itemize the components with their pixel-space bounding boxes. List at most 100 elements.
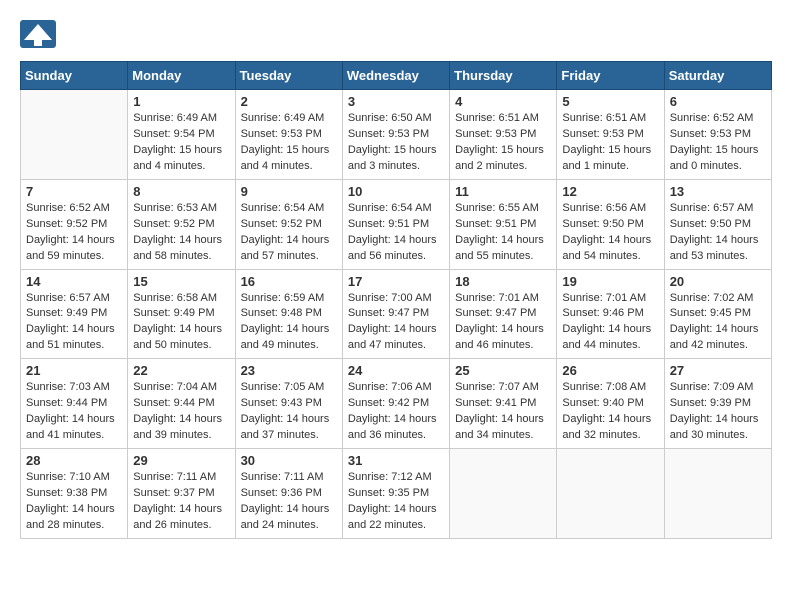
day-number: 1: [133, 94, 229, 109]
day-number: 19: [562, 274, 658, 289]
day-number: 3: [348, 94, 444, 109]
day-info: Sunrise: 6:52 AM Sunset: 9:53 PM Dayligh…: [670, 111, 766, 175]
day-number: 25: [455, 363, 551, 378]
logo-icon: [20, 20, 56, 53]
calendar-cell: 23 Sunrise: 7:05 AM Sunset: 9:43 PM Dayli…: [235, 359, 342, 449]
calendar-week-row: 21 Sunrise: 7:03 AM Sunset: 9:44 PM Dayli…: [21, 359, 772, 449]
day-number: 12: [562, 184, 658, 199]
day-number: 10: [348, 184, 444, 199]
calendar-cell: 17 Sunrise: 7:00 AM Sunset: 9:47 PM Dayli…: [342, 269, 449, 359]
day-number: 2: [241, 94, 337, 109]
weekday-header-saturday: Saturday: [664, 62, 771, 90]
day-info: Sunrise: 7:05 AM Sunset: 9:43 PM Dayligh…: [241, 380, 337, 444]
day-number: 24: [348, 363, 444, 378]
calendar-cell: 10 Sunrise: 6:54 AM Sunset: 9:51 PM Dayli…: [342, 179, 449, 269]
calendar-cell: [557, 449, 664, 539]
weekday-header-monday: Monday: [128, 62, 235, 90]
calendar-week-row: 1 Sunrise: 6:49 AM Sunset: 9:54 PM Daylig…: [21, 90, 772, 180]
day-number: 16: [241, 274, 337, 289]
day-info: Sunrise: 7:04 AM Sunset: 9:44 PM Dayligh…: [133, 380, 229, 444]
logo: [20, 20, 62, 53]
day-number: 23: [241, 363, 337, 378]
day-info: Sunrise: 7:01 AM Sunset: 9:47 PM Dayligh…: [455, 291, 551, 355]
calendar-cell: 19 Sunrise: 7:01 AM Sunset: 9:46 PM Dayli…: [557, 269, 664, 359]
calendar-cell: 7Sunrise: 6:52 AM Sunset: 9:52 PM Daylig…: [21, 179, 128, 269]
calendar-cell: 12 Sunrise: 6:56 AM Sunset: 9:50 PM Dayli…: [557, 179, 664, 269]
calendar-cell: 2 Sunrise: 6:49 AM Sunset: 9:53 PM Daylig…: [235, 90, 342, 180]
day-info: Sunrise: 6:57 AM Sunset: 9:50 PM Dayligh…: [670, 201, 766, 265]
day-info: Sunrise: 7:00 AM Sunset: 9:47 PM Dayligh…: [348, 291, 444, 355]
calendar-cell: 28 Sunrise: 7:10 AM Sunset: 9:38 PM Dayli…: [21, 449, 128, 539]
calendar-cell: 9 Sunrise: 6:54 AM Sunset: 9:52 PM Daylig…: [235, 179, 342, 269]
day-info: Sunrise: 6:56 AM Sunset: 9:50 PM Dayligh…: [562, 201, 658, 265]
day-number: 30: [241, 453, 337, 468]
day-number: 14: [26, 274, 122, 289]
day-number: 9: [241, 184, 337, 199]
calendar-cell: 14Sunrise: 6:57 AM Sunset: 9:49 PM Dayli…: [21, 269, 128, 359]
day-info: Sunrise: 6:50 AM Sunset: 9:53 PM Dayligh…: [348, 111, 444, 175]
day-number: 27: [670, 363, 766, 378]
calendar-cell: [21, 90, 128, 180]
day-info: Sunrise: 6:55 AM Sunset: 9:51 PM Dayligh…: [455, 201, 551, 265]
day-number: 28: [26, 453, 122, 468]
day-number: 21: [26, 363, 122, 378]
calendar-cell: 31Sunrise: 7:12 AM Sunset: 9:35 PM Dayli…: [342, 449, 449, 539]
day-info: Sunrise: 6:51 AM Sunset: 9:53 PM Dayligh…: [455, 111, 551, 175]
day-number: 22: [133, 363, 229, 378]
calendar-cell: 20 Sunrise: 7:02 AM Sunset: 9:45 PM Dayli…: [664, 269, 771, 359]
day-info: Sunrise: 6:53 AM Sunset: 9:52 PM Dayligh…: [133, 201, 229, 265]
day-number: 6: [670, 94, 766, 109]
day-number: 20: [670, 274, 766, 289]
weekday-header-row: SundayMondayTuesdayWednesdayThursdayFrid…: [21, 62, 772, 90]
calendar-week-row: 28 Sunrise: 7:10 AM Sunset: 9:38 PM Dayli…: [21, 449, 772, 539]
calendar-cell: 8 Sunrise: 6:53 AM Sunset: 9:52 PM Daylig…: [128, 179, 235, 269]
day-info: Sunrise: 7:02 AM Sunset: 9:45 PM Dayligh…: [670, 291, 766, 355]
calendar-cell: 15Sunrise: 6:58 AM Sunset: 9:49 PM Dayli…: [128, 269, 235, 359]
calendar-cell: 29Sunrise: 7:11 AM Sunset: 9:37 PM Dayli…: [128, 449, 235, 539]
weekday-header-thursday: Thursday: [450, 62, 557, 90]
day-info: Sunrise: 7:12 AM Sunset: 9:35 PM Dayligh…: [348, 470, 444, 534]
day-info: Sunrise: 6:51 AM Sunset: 9:53 PM Dayligh…: [562, 111, 658, 175]
calendar-cell: 6 Sunrise: 6:52 AM Sunset: 9:53 PM Daylig…: [664, 90, 771, 180]
calendar-cell: 3 Sunrise: 6:50 AM Sunset: 9:53 PM Daylig…: [342, 90, 449, 180]
day-info: Sunrise: 6:49 AM Sunset: 9:53 PM Dayligh…: [241, 111, 337, 175]
day-info: Sunrise: 7:07 AM Sunset: 9:41 PM Dayligh…: [455, 380, 551, 444]
day-info: Sunrise: 7:11 AM Sunset: 9:37 PM Dayligh…: [133, 470, 229, 534]
weekday-header-tuesday: Tuesday: [235, 62, 342, 90]
day-info: Sunrise: 7:10 AM Sunset: 9:38 PM Dayligh…: [26, 470, 122, 534]
weekday-header-wednesday: Wednesday: [342, 62, 449, 90]
day-number: 4: [455, 94, 551, 109]
day-number: 17: [348, 274, 444, 289]
day-info: Sunrise: 6:49 AM Sunset: 9:54 PM Dayligh…: [133, 111, 229, 175]
day-number: 8: [133, 184, 229, 199]
day-info: Sunrise: 7:08 AM Sunset: 9:40 PM Dayligh…: [562, 380, 658, 444]
weekday-header-friday: Friday: [557, 62, 664, 90]
day-info: Sunrise: 6:59 AM Sunset: 9:48 PM Dayligh…: [241, 291, 337, 355]
calendar-cell: [450, 449, 557, 539]
day-number: 13: [670, 184, 766, 199]
calendar-cell: 24Sunrise: 7:06 AM Sunset: 9:42 PM Dayli…: [342, 359, 449, 449]
calendar-cell: 21 Sunrise: 7:03 AM Sunset: 9:44 PM Dayli…: [21, 359, 128, 449]
calendar-cell: 16 Sunrise: 6:59 AM Sunset: 9:48 PM Dayli…: [235, 269, 342, 359]
day-info: Sunrise: 6:58 AM Sunset: 9:49 PM Dayligh…: [133, 291, 229, 355]
calendar-cell: 5 Sunrise: 6:51 AM Sunset: 9:53 PM Daylig…: [557, 90, 664, 180]
day-info: Sunrise: 6:54 AM Sunset: 9:52 PM Dayligh…: [241, 201, 337, 265]
calendar-cell: 18Sunrise: 7:01 AM Sunset: 9:47 PM Dayli…: [450, 269, 557, 359]
day-info: Sunrise: 7:03 AM Sunset: 9:44 PM Dayligh…: [26, 380, 122, 444]
calendar-cell: 22 Sunrise: 7:04 AM Sunset: 9:44 PM Dayli…: [128, 359, 235, 449]
day-number: 11: [455, 184, 551, 199]
calendar-cell: 30 Sunrise: 7:11 AM Sunset: 9:36 PM Dayli…: [235, 449, 342, 539]
calendar-cell: 1 Sunrise: 6:49 AM Sunset: 9:54 PM Daylig…: [128, 90, 235, 180]
day-number: 5: [562, 94, 658, 109]
calendar-cell: 26 Sunrise: 7:08 AM Sunset: 9:40 PM Dayli…: [557, 359, 664, 449]
day-number: 26: [562, 363, 658, 378]
day-info: Sunrise: 7:09 AM Sunset: 9:39 PM Dayligh…: [670, 380, 766, 444]
day-info: Sunrise: 7:01 AM Sunset: 9:46 PM Dayligh…: [562, 291, 658, 355]
calendar-cell: 25 Sunrise: 7:07 AM Sunset: 9:41 PM Dayli…: [450, 359, 557, 449]
weekday-header-sunday: Sunday: [21, 62, 128, 90]
calendar-cell: 13 Sunrise: 6:57 AM Sunset: 9:50 PM Dayli…: [664, 179, 771, 269]
day-info: Sunrise: 6:54 AM Sunset: 9:51 PM Dayligh…: [348, 201, 444, 265]
page-header: [20, 20, 772, 53]
day-info: Sunrise: 7:11 AM Sunset: 9:36 PM Dayligh…: [241, 470, 337, 534]
calendar-table: SundayMondayTuesdayWednesdayThursdayFrid…: [20, 61, 772, 539]
